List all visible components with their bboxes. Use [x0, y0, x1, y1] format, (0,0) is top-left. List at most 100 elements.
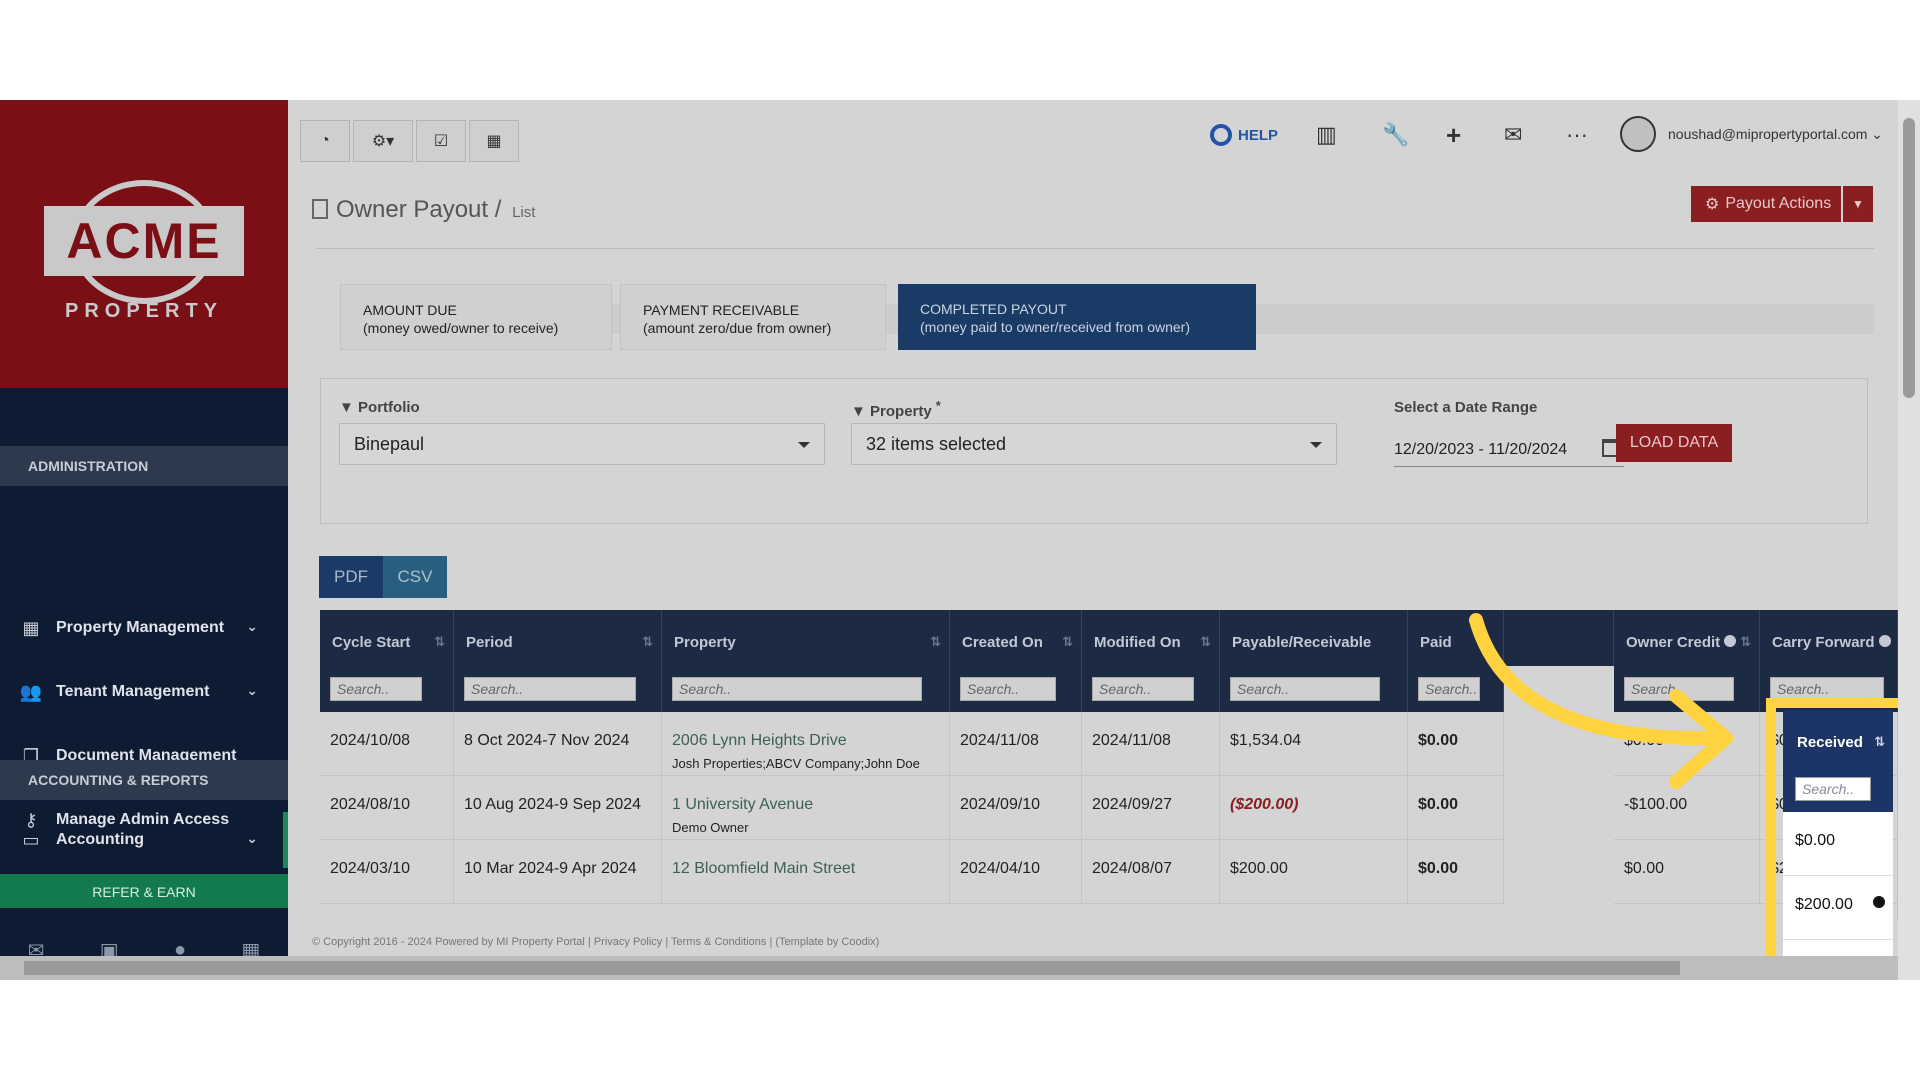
- search-cell: Search..: [662, 666, 950, 712]
- lifebuoy-icon: [1210, 124, 1232, 146]
- sidebar-item-property-management[interactable]: ▦ Property Management ⌄: [0, 600, 288, 656]
- cell-payable: ($200.00): [1220, 776, 1408, 840]
- scrollbar-thumb[interactable]: [24, 961, 1680, 975]
- header-label: Cycle Start: [332, 634, 411, 651]
- csv-export-button[interactable]: CSV: [383, 556, 447, 598]
- logo[interactable]: ACME: [44, 206, 244, 276]
- tab-completed-payout[interactable]: COMPLETED PAYOUT (money paid to owner/re…: [898, 284, 1256, 350]
- cell-modified-on: 2024/08/07: [1082, 840, 1220, 904]
- info-icon: [1878, 635, 1891, 647]
- cell-payable: $200.00: [1220, 840, 1408, 904]
- breadcrumb-separator: /: [494, 196, 502, 223]
- cell-created-on: 2024/04/10: [950, 840, 1082, 904]
- column-header-cycle-start[interactable]: Cycle Start ⇅: [320, 610, 454, 666]
- tab-payment-receivable[interactable]: PAYMENT RECEIVABLE (amount zero/due from…: [620, 284, 886, 350]
- cell-payable: $1,534.04: [1220, 712, 1408, 776]
- search-cell: Search..: [1082, 666, 1220, 712]
- date-range-value: 12/20/2023 - 11/20/2024: [1394, 441, 1568, 458]
- chevron-down-icon: ⌄: [246, 618, 258, 634]
- payout-actions-dropdown[interactable]: ▼: [1843, 186, 1873, 222]
- cell-cycle-start: 2024/08/10: [320, 776, 454, 840]
- tab-subtitle: (money owed/owner to receive): [363, 320, 559, 336]
- main-content: ◔ ⚙▾ ☑ ▦ HELP ▥ 🔧 + ✉ ··· noushad@miprop…: [288, 100, 1920, 980]
- cell-owner-credit: $0.00: [1614, 840, 1760, 904]
- search-input-modified-on[interactable]: Search..: [1092, 677, 1194, 701]
- required-marker: *: [935, 399, 941, 413]
- column-header-payable-receivable[interactable]: Payable/Receivable: [1220, 610, 1408, 666]
- calendar-button[interactable]: ☑: [416, 120, 466, 162]
- cell-property: 1 University Avenue Demo Owner: [662, 776, 950, 840]
- avatar[interactable]: [1620, 116, 1656, 152]
- search-input-created-on[interactable]: Search..: [960, 677, 1056, 701]
- sidebar-item-tenant-management[interactable]: 👥 Tenant Management ⌄: [0, 664, 288, 720]
- wrench-icon[interactable]: 🔧: [1382, 118, 1409, 152]
- property-link[interactable]: 1 University Avenue: [672, 796, 813, 813]
- column-header-created-on[interactable]: Created On ⇅: [950, 610, 1082, 666]
- chevron-down-icon: ⌄: [246, 830, 258, 846]
- caret-down-icon: [1310, 442, 1322, 448]
- tab-title: COMPLETED PAYOUT: [920, 301, 1067, 317]
- top-toolbar: ◔ ⚙▾ ☑ ▦ HELP ▥ 🔧 + ✉ ··· noushad@miprop…: [288, 100, 1898, 172]
- header-label: Modified On: [1094, 634, 1181, 651]
- payout-actions-button[interactable]: ⚙ Payout Actions: [1691, 186, 1841, 222]
- search-input-payable[interactable]: Search..: [1230, 677, 1380, 701]
- search-input-property[interactable]: Search..: [672, 677, 922, 701]
- mail-icon[interactable]: ✉: [1504, 118, 1522, 152]
- sidebar: ACME PROPERTY ADMINISTRATION ▦ Property …: [0, 100, 288, 980]
- column-header-carry-forward[interactable]: Carry Forward: [1760, 610, 1898, 666]
- app-screen: ACME PROPERTY ADMINISTRATION ▦ Property …: [0, 100, 1920, 980]
- sidebar-item-accounting[interactable]: ▭ Accounting ⌄: [0, 812, 288, 868]
- filter-icon: ▼: [851, 403, 866, 420]
- dashboard-icon: ◔: [320, 132, 330, 149]
- settings-dropdown-button[interactable]: ⚙▾: [353, 120, 413, 162]
- search-cell: Search..: [320, 666, 454, 712]
- search-input-period[interactable]: Search..: [464, 677, 636, 701]
- property-select[interactable]: 32 items selected: [851, 423, 1337, 465]
- property-label-text: Property: [870, 403, 932, 420]
- sort-icon: ⇅: [1062, 634, 1073, 649]
- more-icon[interactable]: ···: [1566, 118, 1588, 152]
- load-data-button[interactable]: LOAD DATA: [1616, 424, 1732, 462]
- plus-icon[interactable]: +: [1446, 118, 1461, 152]
- date-range-input[interactable]: 12/20/2023 - 11/20/2024: [1394, 433, 1624, 467]
- search-input-cycle-start[interactable]: Search..: [330, 677, 422, 701]
- portfolio-select[interactable]: Binepaul: [339, 423, 825, 465]
- footer: © Copyright 2016 - 2024 Powered by MI Pr…: [312, 936, 880, 948]
- reports-chart-icon[interactable]: ▥: [1316, 118, 1337, 152]
- help-label: HELP: [1238, 126, 1279, 144]
- divider: [316, 248, 1874, 249]
- column-header-modified-on[interactable]: Modified On ⇅: [1082, 610, 1220, 666]
- callout-arrow: [1469, 613, 1733, 789]
- cell-property: 12 Bloomfield Main Street: [662, 840, 950, 904]
- tab-amount-due[interactable]: AMOUNT DUE (money owed/owner to receive): [340, 284, 612, 350]
- scrollbar-thumb[interactable]: [1903, 118, 1915, 398]
- horizontal-scrollbar[interactable]: [0, 956, 1898, 980]
- calendar-check-icon: ☑: [433, 133, 449, 150]
- help-link[interactable]: HELP: [1210, 118, 1278, 152]
- page-title: Owner Payout / List: [312, 196, 535, 224]
- pdf-export-button[interactable]: PDF: [319, 556, 383, 598]
- vertical-scrollbar[interactable]: [1898, 100, 1920, 980]
- column-header-property[interactable]: Property ⇅: [662, 610, 950, 666]
- date-range-label: Select a Date Range: [1394, 399, 1538, 416]
- arrow-shaft: [1469, 613, 1721, 746]
- search-cell: Search..: [1220, 666, 1408, 712]
- sidebar-item-label: Tenant Management: [56, 683, 210, 700]
- cell-property: 2006 Lynn Heights Drive Josh Properties;…: [662, 712, 950, 776]
- filter-icon: ▼: [339, 399, 354, 416]
- refer-earn-button[interactable]: REFER & EARN: [0, 874, 288, 908]
- property-link[interactable]: 2006 Lynn Heights Drive: [672, 732, 847, 749]
- column-header-period[interactable]: Period ⇅: [454, 610, 662, 666]
- calculator-button[interactable]: ▦: [469, 120, 519, 162]
- cell-created-on: 2024/11/08: [950, 712, 1082, 776]
- highlight-frame: [1766, 698, 1920, 980]
- portfolio-label: ▼ Portfolio: [339, 399, 420, 416]
- page-title-text: Owner Payout: [336, 196, 489, 223]
- section-accounting-reports: ACCOUNTING & REPORTS: [0, 760, 288, 800]
- cell-period: 8 Oct 2024-7 Nov 2024: [454, 712, 662, 776]
- chevron-down-icon: ⌄: [246, 682, 258, 698]
- property-link[interactable]: 12 Bloomfield Main Street: [672, 860, 855, 877]
- user-menu[interactable]: noushad@mipropertyportal.com ⌄: [1668, 126, 1883, 143]
- table-row-partial: [320, 904, 1898, 920]
- dashboard-button[interactable]: ◔: [300, 120, 350, 162]
